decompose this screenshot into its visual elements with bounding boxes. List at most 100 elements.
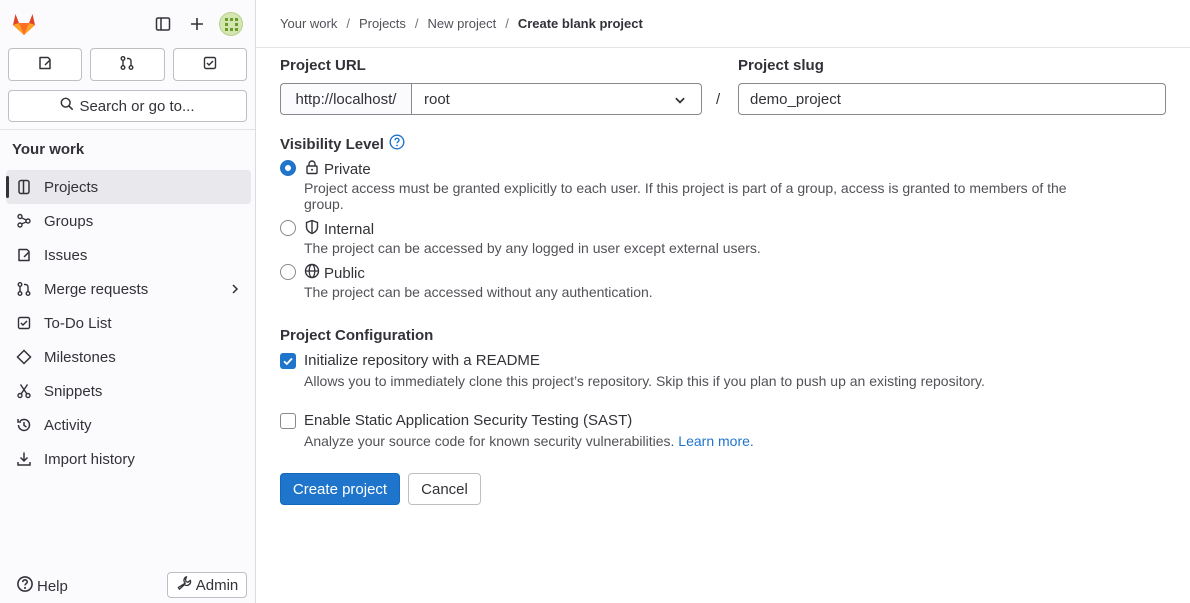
issues-icon	[37, 55, 53, 74]
sidebar-item-groups[interactable]: Groups	[6, 204, 251, 238]
public-option-label[interactable]: Public	[304, 263, 365, 283]
internal-radio[interactable]	[280, 220, 296, 236]
project-configuration-title: Project Configuration	[280, 327, 434, 344]
chevron-down-icon	[673, 93, 687, 111]
assigned-issues-button[interactable]	[8, 48, 83, 81]
sidebar-item-label: Activity	[44, 416, 92, 434]
learn-more-link[interactable]: Learn more.	[678, 433, 753, 449]
question-icon	[16, 575, 34, 597]
snippet-icon	[16, 383, 32, 399]
breadcrumb-projects[interactable]: Projects	[359, 16, 406, 31]
project-url-label: Project URL	[280, 57, 366, 74]
public-description: The project can be accessed without any …	[304, 284, 653, 300]
readme-checkbox[interactable]	[280, 353, 296, 369]
sidebar: Search or go to... Your work Projects Gr…	[0, 0, 256, 603]
sast-label[interactable]: Enable Static Application Security Testi…	[304, 412, 632, 429]
wrench-icon	[176, 575, 192, 595]
sast-description: Analyze your source code for known secur…	[304, 433, 675, 449]
sidebar-item-projects[interactable]: Projects	[6, 170, 251, 204]
milestone-icon	[16, 349, 32, 365]
search-button[interactable]: Search or go to...	[8, 90, 247, 122]
sidebar-toggle-icon[interactable]	[151, 12, 175, 36]
sidebar-item-milestones[interactable]: Milestones	[6, 340, 251, 374]
sidebar-item-import-history[interactable]: Import history	[6, 442, 251, 476]
history-icon	[16, 417, 32, 433]
sidebar-item-label: Issues	[44, 246, 88, 264]
shield-icon	[304, 219, 320, 239]
sidebar-item-merge-requests[interactable]: Merge requests	[6, 272, 251, 306]
import-icon	[16, 451, 32, 467]
globe-icon	[304, 263, 320, 283]
internal-description: The project can be accessed by any logge…	[304, 240, 761, 256]
search-label: Search or go to...	[79, 97, 195, 115]
breadcrumb-separator: /	[505, 16, 509, 31]
project-url-group: http://localhost/ root	[280, 83, 702, 115]
lock-icon	[304, 159, 320, 179]
search-icon	[60, 97, 74, 115]
sidebar-item-todo-list[interactable]: To-Do List	[6, 306, 251, 340]
breadcrumb-current[interactable]: Create blank project	[518, 16, 643, 31]
sidebar-item-snippets[interactable]: Snippets	[6, 374, 251, 408]
namespace-select[interactable]: root	[411, 83, 702, 115]
sidebar-item-label: Groups	[44, 212, 94, 230]
private-description: Project access must be granted explicitl…	[304, 180, 1067, 196]
private-option-label[interactable]: Private	[304, 159, 371, 179]
merge-requests-button[interactable]	[90, 48, 165, 81]
gitlab-logo-icon[interactable]	[10, 10, 38, 38]
private-radio[interactable]	[280, 160, 296, 176]
help-label: Help	[37, 577, 68, 595]
admin-button[interactable]: Admin	[167, 572, 247, 598]
project-slug-label: Project slug	[738, 57, 824, 74]
todo-button[interactable]	[172, 48, 247, 81]
project-slug-input[interactable]	[738, 83, 1166, 115]
chevron-right-icon[interactable]	[229, 282, 241, 299]
namespace-value: root	[424, 90, 450, 108]
private-label: Private	[324, 160, 371, 178]
sast-description-row: Analyze your source code for known secur…	[304, 433, 754, 449]
quick-actions	[8, 48, 247, 81]
readme-label[interactable]: Initialize repository with a README	[304, 352, 540, 369]
merge-request-icon	[119, 55, 135, 74]
breadcrumb-new-project[interactable]: New project	[428, 16, 497, 31]
group-icon	[16, 213, 32, 229]
help-button[interactable]: Help	[16, 575, 68, 597]
breadcrumb: Your work / Projects / New project / Cre…	[280, 16, 643, 31]
breadcrumb-separator: /	[414, 16, 419, 31]
internal-label: Internal	[324, 220, 375, 238]
sidebar-item-issues[interactable]: Issues	[6, 238, 251, 272]
admin-label: Admin	[195, 576, 239, 594]
public-radio[interactable]	[280, 264, 296, 280]
breadcrumb-your-work[interactable]: Your work	[280, 16, 337, 31]
plus-icon[interactable]	[185, 12, 209, 36]
url-prefix: http://localhost/	[280, 83, 411, 115]
url-slash: /	[716, 91, 721, 108]
sidebar-item-activity[interactable]: Activity	[6, 408, 251, 442]
sidebar-item-label: To-Do List	[44, 314, 112, 332]
merge-request-icon	[16, 281, 32, 297]
divider	[0, 129, 255, 130]
breadcrumb-separator: /	[346, 16, 350, 31]
sidebar-nav: Projects Groups Issues Merge requests To…	[6, 170, 251, 476]
avatar[interactable]	[219, 12, 243, 36]
sidebar-item-label: Import history	[44, 450, 135, 468]
help-icon[interactable]	[389, 134, 405, 154]
todo-icon	[16, 315, 32, 331]
internal-option-label[interactable]: Internal	[304, 219, 374, 239]
visibility-level-title: Visibility Level	[280, 134, 405, 154]
private-description-cont: group.	[304, 196, 344, 212]
sast-checkbox[interactable]	[280, 413, 296, 429]
cancel-button[interactable]: Cancel	[408, 473, 481, 505]
readme-description: Allows you to immediately clone this pro…	[304, 373, 985, 389]
todo-icon	[202, 55, 218, 74]
sidebar-item-label: Snippets	[44, 382, 103, 400]
issues-icon	[16, 247, 32, 263]
public-label: Public	[324, 264, 365, 282]
check-icon	[283, 357, 293, 366]
sidebar-item-label: Milestones	[44, 348, 116, 366]
sidebar-item-label: Projects	[44, 178, 99, 196]
sidebar-item-label: Merge requests	[44, 280, 149, 298]
create-project-button[interactable]: Create project	[280, 473, 400, 505]
header-divider	[256, 47, 1190, 48]
visibility-level-label: Visibility Level	[280, 135, 384, 153]
section-title: Your work	[12, 141, 85, 158]
